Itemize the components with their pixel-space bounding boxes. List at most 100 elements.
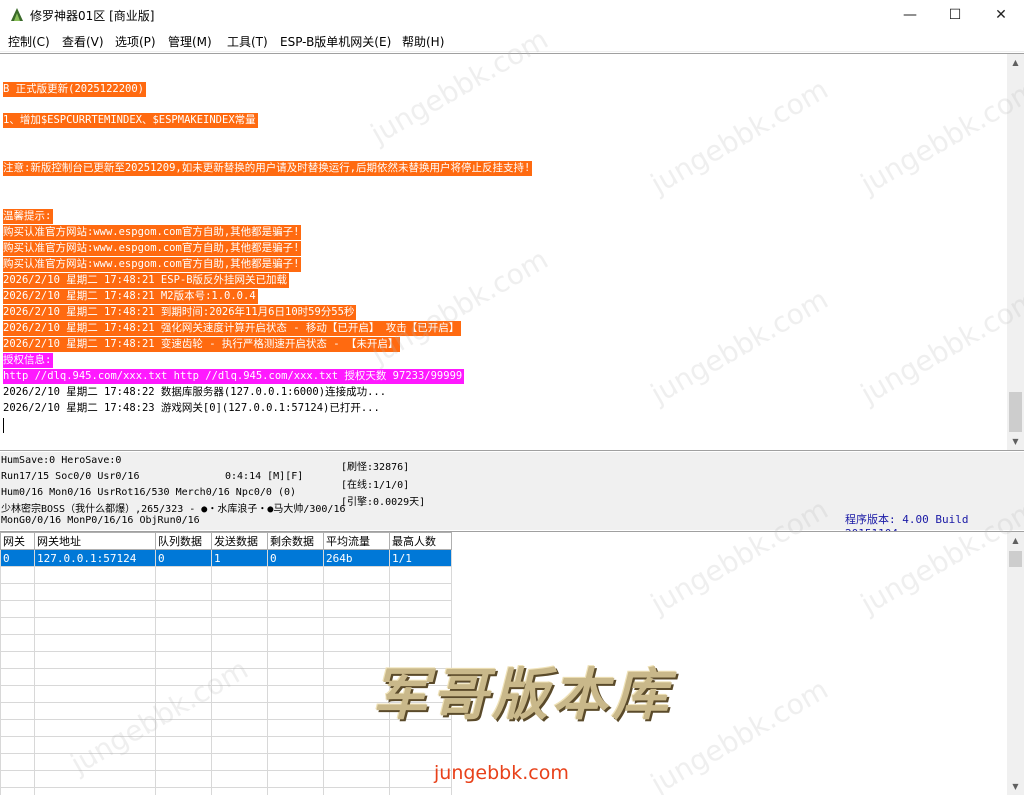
- cell: [267, 787, 324, 795]
- cell: [267, 668, 324, 686]
- cell: [155, 566, 212, 584]
- cell: [0, 787, 35, 795]
- cell: [155, 651, 212, 669]
- cell: [323, 753, 390, 771]
- cell: [34, 600, 156, 618]
- maximize-button[interactable]: ☐: [932, 0, 978, 30]
- scroll-down-icon[interactable]: ▼: [1007, 433, 1024, 450]
- menu-manage[interactable]: 管理(M): [168, 33, 212, 50]
- menu-tools[interactable]: 工具(T): [227, 33, 268, 50]
- text-caret: [3, 418, 4, 433]
- cell: [211, 583, 268, 601]
- cell: [211, 651, 268, 669]
- log-line: 授权信息:: [3, 353, 54, 368]
- cell: [0, 566, 35, 584]
- cell: [155, 583, 212, 601]
- table-row-empty[interactable]: [0, 566, 452, 584]
- cell: [211, 566, 268, 584]
- menu-control[interactable]: 控制(C): [8, 33, 50, 50]
- log-line: 2026/2/10 星期二 17:48:21 M2版本号:1.0.0.4: [3, 289, 258, 304]
- log-line: 2026/2/10 星期二 17:48:21 强化网关速度计算开启状态 - 移动…: [3, 321, 462, 336]
- cell: [155, 702, 212, 720]
- status-boss: 少林密宗BOSS（我什么都爆）,265/323 - ●・水库浪子・●马大帅/30…: [1, 504, 346, 515]
- cell: 0: [155, 549, 212, 567]
- cell: [211, 770, 268, 788]
- menu-view[interactable]: 查看(V): [62, 33, 104, 50]
- maximize-icon: ☐: [948, 7, 962, 23]
- table-row-empty[interactable]: [0, 770, 452, 788]
- table-row-empty[interactable]: [0, 617, 452, 635]
- log-scrollbar[interactable]: ▲ ▼: [1007, 54, 1024, 450]
- col-queue[interactable]: 队列数据: [155, 532, 212, 550]
- log-pane[interactable]: B 正式版更新(2025122200) 1、增加$ESPCURRTEMINDEX…: [0, 53, 1024, 451]
- log-line: 2026/2/10 星期二 17:48:22 数据库服务器(127.0.0.1:…: [3, 386, 387, 398]
- cell: [267, 736, 324, 754]
- col-remain[interactable]: 剩余数据: [267, 532, 324, 550]
- cell: [0, 753, 35, 771]
- close-icon: ✕: [995, 7, 1007, 23]
- log-line: B 正式版更新(2025122200): [3, 82, 147, 97]
- cell: [389, 583, 452, 601]
- menu-help[interactable]: 帮助(H): [402, 33, 444, 50]
- cell: [389, 566, 452, 584]
- log-line: 购买认准官方网站:www.espgom.com官方自助,其他都是骗子!: [3, 225, 302, 240]
- scroll-thumb[interactable]: [1009, 392, 1022, 432]
- cell: [267, 719, 324, 737]
- cell: [323, 566, 390, 584]
- cell: [0, 736, 35, 754]
- cell: [211, 685, 268, 703]
- cell: [155, 770, 212, 788]
- log-line: http //dlq.945.com/xxx.txt http //dlq.94…: [3, 369, 465, 384]
- log-line: 2026/2/10 星期二 17:48:21 到期时间:2026年11月6日10…: [3, 305, 357, 320]
- cell: [34, 753, 156, 771]
- cell: [211, 617, 268, 635]
- log-line: 2026/2/10 星期二 17:48:23 游戏网关[0](127.0.0.1…: [3, 402, 380, 414]
- cell: [155, 600, 212, 618]
- table-row-empty[interactable]: [0, 753, 452, 771]
- col-sent[interactable]: 发送数据: [211, 532, 268, 550]
- scroll-up-icon[interactable]: ▲: [1007, 54, 1024, 71]
- cell: 1: [211, 549, 268, 567]
- menu-options[interactable]: 选项(P): [115, 33, 156, 50]
- table-row[interactable]: 0 127.0.0.1:57124 0 1 0 264b 1/1: [0, 549, 452, 567]
- table-row-empty[interactable]: [0, 600, 452, 618]
- cell: [34, 617, 156, 635]
- cell: [34, 719, 156, 737]
- col-avg-traffic[interactable]: 平均流量: [323, 532, 390, 550]
- scroll-thumb[interactable]: [1009, 551, 1022, 567]
- table-scrollbar[interactable]: ▲ ▼: [1007, 532, 1024, 795]
- cell: [267, 702, 324, 720]
- table-row-empty[interactable]: [0, 736, 452, 754]
- cell: [267, 566, 324, 584]
- minimize-button[interactable]: —: [887, 0, 933, 30]
- cell: [0, 634, 35, 652]
- col-address[interactable]: 网关地址: [34, 532, 156, 550]
- cell: [267, 617, 324, 635]
- window-title: 修罗神器01区 [商业版]: [30, 9, 155, 23]
- menu-esp-gateway[interactable]: ESP-B版单机网关(E): [280, 33, 391, 50]
- scroll-up-icon[interactable]: ▲: [1007, 532, 1024, 549]
- cell: 127.0.0.1:57124: [34, 549, 156, 567]
- cell: [267, 753, 324, 771]
- cell: [34, 634, 156, 652]
- cell: [0, 685, 35, 703]
- cell: [389, 600, 452, 618]
- cell: [0, 719, 35, 737]
- close-button[interactable]: ✕: [978, 0, 1024, 30]
- cell: [267, 685, 324, 703]
- cell: [211, 600, 268, 618]
- log-line: 温馨提示:: [3, 209, 54, 224]
- cell: [0, 770, 35, 788]
- col-max-players[interactable]: 最高人数: [389, 532, 452, 550]
- cell: [267, 770, 324, 788]
- table-row-empty[interactable]: [0, 583, 452, 601]
- table-row-empty[interactable]: [0, 634, 452, 652]
- log-line: 2026/2/10 星期二 17:48:21 变速齿轮 - 执行严格测速开启状态…: [3, 337, 401, 352]
- col-gateway[interactable]: 网关: [0, 532, 35, 550]
- cell: [323, 736, 390, 754]
- scroll-down-icon[interactable]: ▼: [1007, 778, 1024, 795]
- table-row-empty[interactable]: [0, 787, 452, 795]
- cell: [155, 685, 212, 703]
- cell: [0, 600, 35, 618]
- status-hum: Hum0/16 Mon0/16 UsrRot16/530 Merch0/16 N…: [1, 487, 297, 498]
